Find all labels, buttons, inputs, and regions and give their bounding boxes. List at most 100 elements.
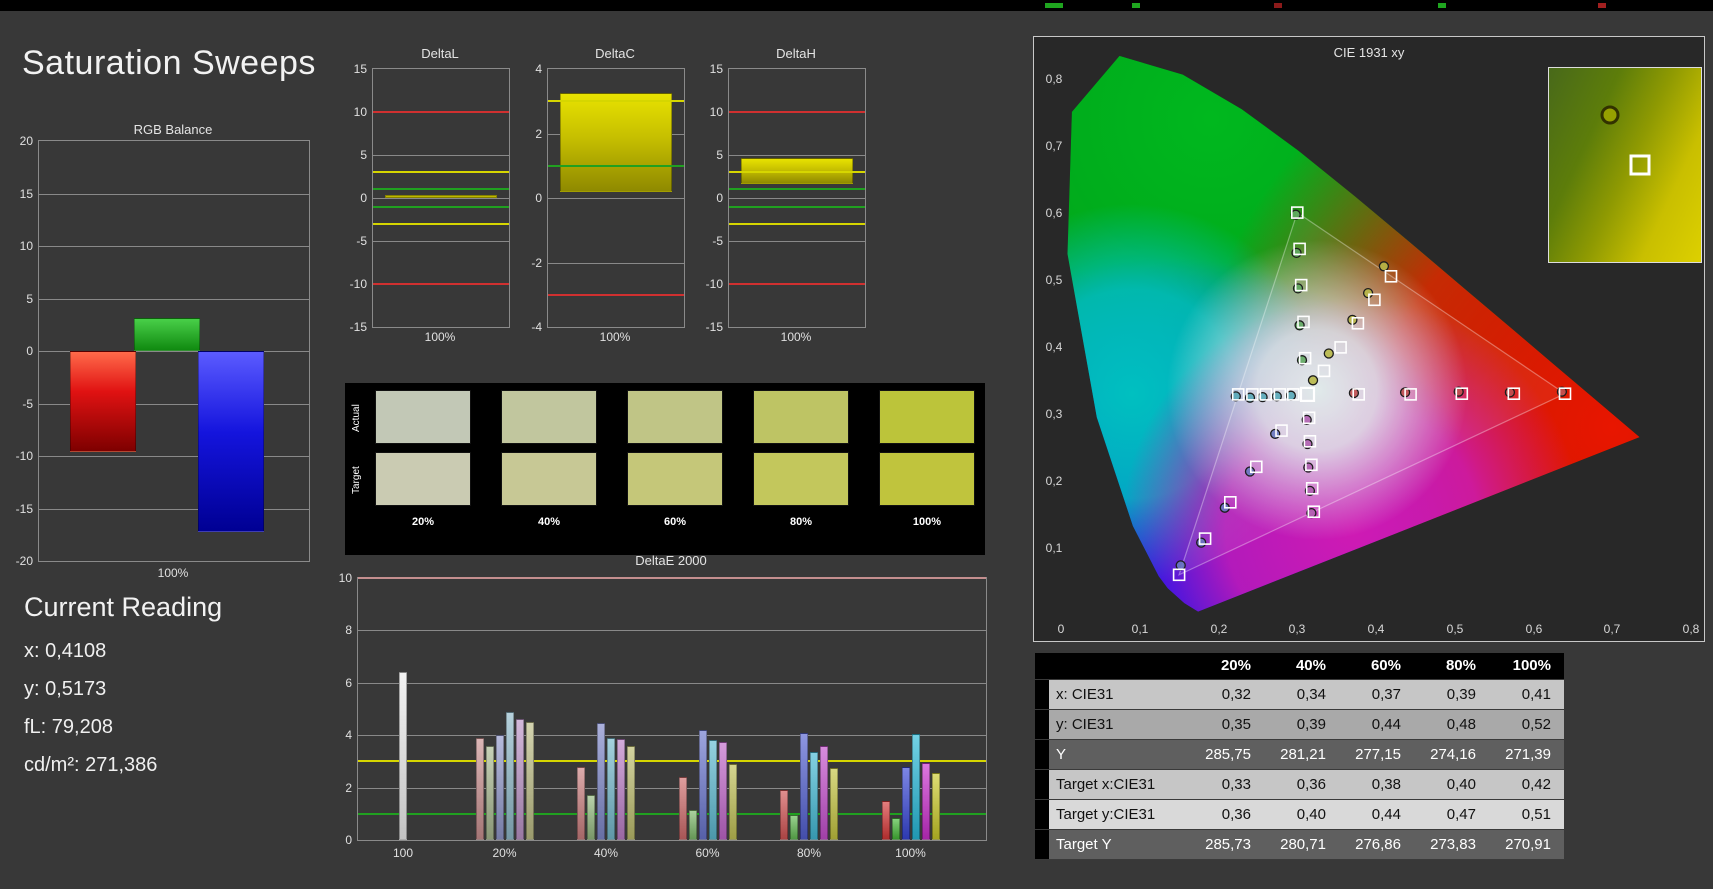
current-reading-cdm2: cd/m²: 271,386 (24, 754, 158, 776)
ref-line (358, 812, 986, 815)
deltae-bar (505, 711, 514, 840)
row-strip (1035, 830, 1049, 859)
table-header-cell: 80% (1414, 653, 1489, 679)
cie-x-tick: 0,2 (1211, 622, 1228, 636)
grid-line (729, 155, 865, 156)
delta-l-x-label: 100% (424, 330, 456, 344)
titlebar (0, 0, 1713, 11)
cie-zoom-inset (1548, 67, 1702, 263)
delta-c-title: DeltaC (595, 46, 635, 61)
table-header-cell: 60% (1339, 653, 1414, 679)
cie-x-tick: 0,1 (1132, 622, 1149, 636)
deltae-bar (708, 740, 717, 840)
table-cell: 0,47 (1414, 800, 1489, 829)
cie-y-tick: 0,1 (1046, 541, 1063, 555)
table-cell: 276,86 (1339, 830, 1414, 859)
swatch-row-label: Target (351, 466, 362, 494)
y-tick-label: 5 (716, 148, 723, 162)
y-tick-label: 2 (345, 780, 352, 795)
cie-x-tick: 0,4 (1368, 622, 1385, 636)
table-cell: 0,44 (1339, 710, 1414, 739)
cie-x-tick: 0,7 (1604, 622, 1621, 636)
cie-y-tick: 0,3 (1046, 407, 1063, 421)
measured-point (1270, 428, 1281, 440)
y-tick-label: -15 (705, 320, 723, 334)
table-row: x: CIE31 0,32 0,34 0,37 0,39 0,41 (1035, 680, 1565, 710)
grid-line (358, 787, 986, 789)
delta-e-plot: 0 2 4 6 8 10 100 20% 40% 60% 80% 100% (339, 571, 987, 860)
y-tick-label: 4 (535, 62, 542, 76)
deltae-bar (820, 745, 828, 840)
delta-l-title: DeltaL (421, 46, 459, 61)
swatch-target-60% (627, 452, 723, 506)
table-cell: 0,35 (1189, 710, 1264, 739)
grid-line (39, 193, 309, 195)
delta-h-plot: -15 -10 -5 0 5 10 15 (706, 62, 866, 334)
table-cell: 0,38 (1339, 770, 1414, 799)
y-tick-label: -4 (531, 320, 542, 334)
y-tick-label: -5 (712, 234, 723, 248)
delta-h-x-label: 100% (780, 330, 812, 344)
delta-e-title: DeltaE 2000 (635, 553, 707, 568)
grid-line (548, 198, 684, 199)
table-header-cell: 40% (1264, 653, 1339, 679)
y-tick-label: 15 (709, 62, 723, 76)
cie-y-tick: 0,5 (1046, 273, 1063, 287)
cie-x-tick: 0,3 (1289, 622, 1306, 636)
cie-x-tick: 0,5 (1447, 622, 1464, 636)
deltae-bar (678, 777, 687, 840)
titlebar-mark (1045, 3, 1063, 8)
table-cell: 0,33 (1189, 770, 1264, 799)
x-group-label: 80% (796, 846, 822, 860)
deltae-bar (525, 722, 534, 840)
table-cell: 0,52 (1489, 710, 1564, 739)
x-group-label: 100% (895, 846, 926, 860)
row-label: y: CIE31 (1049, 710, 1189, 739)
y-tick-label: 2 (535, 126, 542, 141)
y-tick-label: 10 (353, 105, 367, 119)
swatch-actual-100% (879, 390, 975, 444)
ref-line (548, 164, 684, 167)
table-header-cell: 20% (1189, 653, 1264, 679)
table-cell: 0,48 (1414, 710, 1489, 739)
y-tick-label: 15 (353, 62, 367, 76)
table-cell: 0,40 (1414, 770, 1489, 799)
grid-line (373, 241, 509, 242)
deltae-bar (399, 672, 407, 840)
cie-y-tick: 0,2 (1046, 474, 1063, 488)
y-tick-label: 0 (345, 833, 352, 847)
delta-l-plot: -15 -10 -5 0 5 10 15 (350, 62, 510, 334)
ref-line (373, 205, 509, 208)
y-tick-label: 8 (345, 623, 352, 638)
cie-x-tick: 0,6 (1526, 622, 1543, 636)
grid-line (548, 262, 684, 264)
y-tick-label: 0 (26, 344, 33, 358)
row-strip (1035, 800, 1049, 829)
y-tick-label: 0 (535, 191, 542, 205)
deltae-bar (728, 764, 737, 840)
swatch-actual-80% (753, 390, 849, 444)
ref-line (373, 188, 509, 191)
grid-line (39, 246, 309, 247)
table-header-cell (1049, 653, 1189, 679)
titlebar-mark (1438, 3, 1446, 8)
measured-point (1307, 375, 1319, 386)
cie-x-tick: 0,8 (1683, 622, 1700, 636)
deltae-bar (891, 817, 900, 840)
table-cell: 0,39 (1264, 710, 1339, 739)
grid-line (373, 155, 509, 156)
delta-l-range-bar (385, 194, 497, 198)
deltae-bar (597, 723, 605, 840)
x-group-label: 40% (593, 846, 619, 860)
ref-line (548, 293, 684, 296)
swatch-actual-40% (501, 390, 597, 444)
row-label: Target Y (1049, 830, 1189, 859)
y-tick-label: 15 (19, 186, 33, 201)
swatch-column-label: 80% (789, 516, 813, 528)
table-cell: 0,51 (1489, 800, 1564, 829)
row-label: Y (1049, 740, 1189, 769)
ref-line (373, 283, 509, 285)
deltae-bar (718, 741, 727, 840)
deltae-bar (475, 737, 484, 840)
row-strip (1035, 653, 1049, 679)
